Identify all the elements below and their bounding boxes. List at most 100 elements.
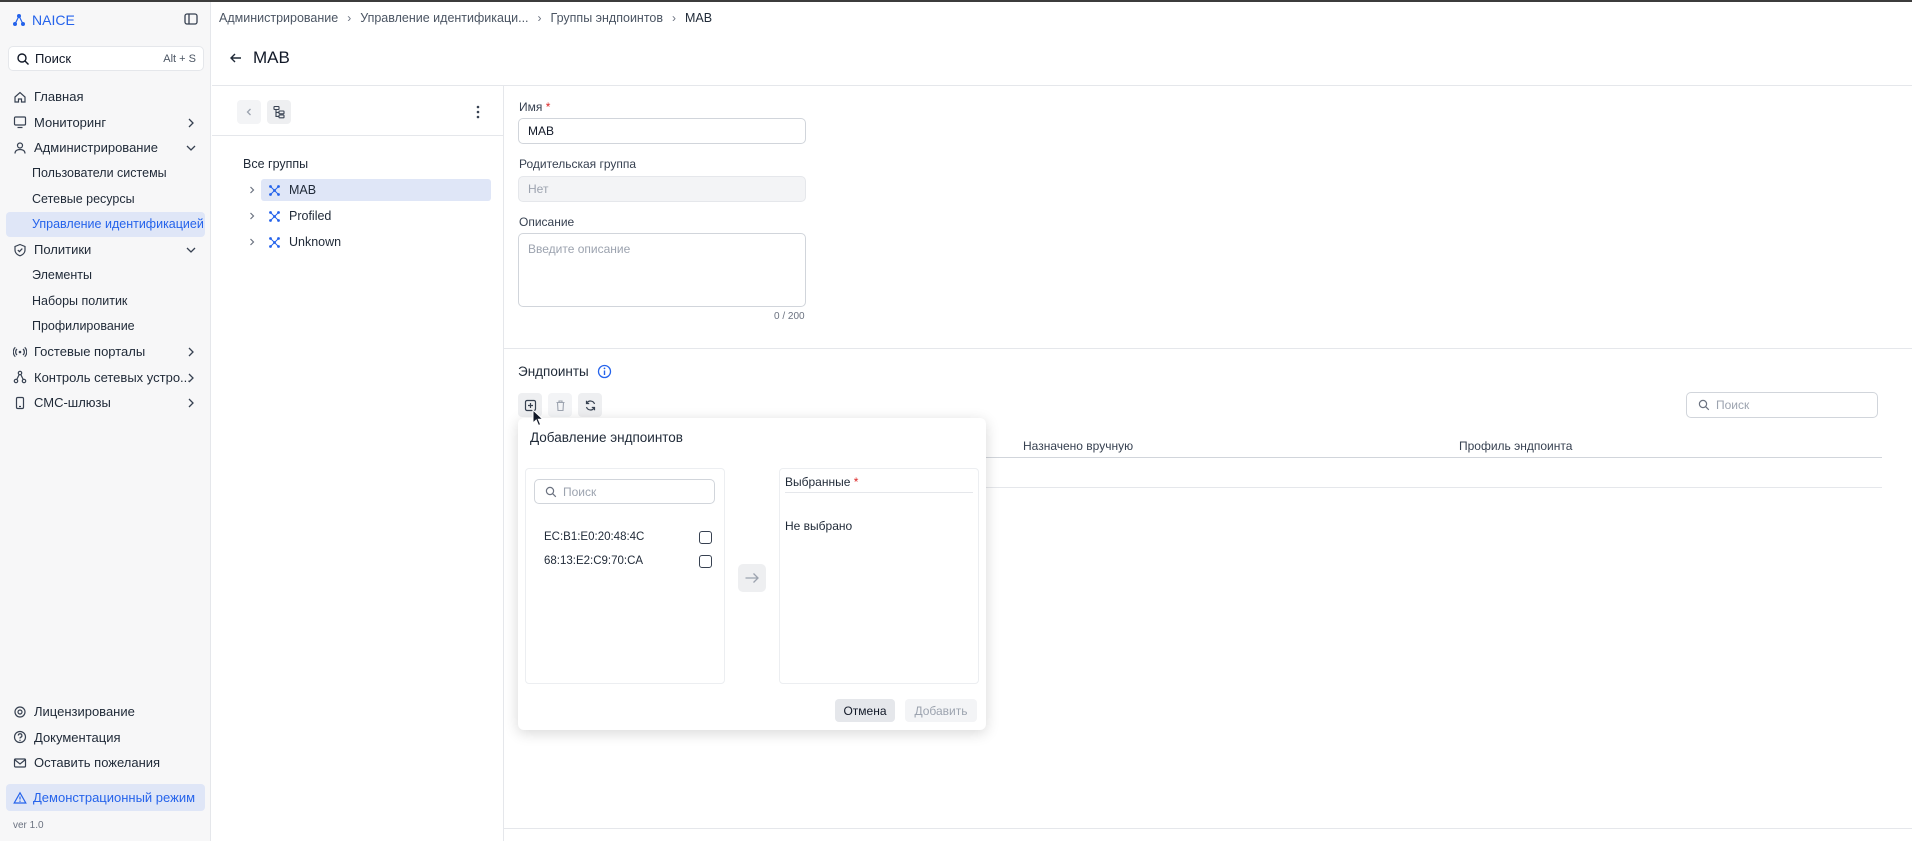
sidebar-item-policies[interactable]: Политики (0, 237, 211, 263)
chevron-right-icon (188, 398, 194, 408)
endpoints-search-input[interactable]: Поиск (1686, 392, 1878, 418)
home-icon (14, 91, 26, 103)
tree-item[interactable]: Profiled (243, 205, 491, 227)
expand-arrow-icon[interactable] (243, 238, 261, 246)
tree-item-label: Profiled (289, 209, 332, 223)
page-title: MAB (253, 48, 290, 67)
tree-node[interactable]: Unknown (261, 231, 491, 253)
group-icon (269, 210, 280, 222)
sidebar-item-label: Администрирование (34, 140, 158, 156)
sidebar-item-system-users[interactable]: Пользователи системы (0, 161, 211, 187)
sidebar-item-guest-portals[interactable]: Гостевые порталы (0, 339, 211, 365)
tree-item[interactable]: Unknown (243, 231, 491, 253)
sidebar-item-administration[interactable]: Администрирование (0, 135, 211, 161)
refresh-button[interactable] (578, 393, 602, 417)
name-label: Имя * (519, 100, 550, 114)
available-search-placeholder: Поиск (563, 484, 597, 499)
back-arrow-icon[interactable] (229, 51, 243, 65)
sidebar-item-profiling[interactable]: Профилирование (0, 314, 211, 340)
chevron-left-icon (246, 108, 251, 116)
endpoint-checkbox[interactable] (699, 530, 712, 544)
search-icon (1698, 399, 1710, 411)
description-field[interactable]: Введите описание (518, 233, 806, 307)
name-field[interactable]: MAB (518, 118, 806, 144)
group-icon (269, 236, 280, 248)
selected-label: Выбранные (785, 475, 851, 489)
tree-view-button[interactable] (267, 100, 291, 124)
endpoint-checkbox[interactable] (699, 554, 712, 568)
sidebar-item-monitoring[interactable]: Мониторинг (0, 110, 211, 136)
chevron-right-icon: › (537, 11, 542, 25)
search-icon (17, 52, 29, 65)
breadcrumb-item[interactable]: Группы эндпоинтов (551, 11, 663, 25)
sidebar-item-network-resources[interactable]: Сетевые ресурсы (0, 186, 211, 212)
sidebar-item-label: Оставить пожелания (34, 755, 161, 771)
available-endpoints-panel: Поиск EC:B1:E0:20:48:4C 68:13:E2:C9:70:C… (525, 468, 725, 684)
expand-arrow-icon[interactable] (243, 212, 261, 220)
demo-mode-banner[interactable]: Демонстрационный режим (6, 784, 205, 811)
sidebar-bottom: Лицензирование Документация Оставить пож… (0, 699, 211, 776)
sidebar-item-label: Главная (34, 89, 84, 105)
expand-arrow-icon[interactable] (243, 186, 261, 194)
section-divider (504, 348, 1912, 349)
tree-back-button[interactable] (237, 100, 261, 124)
required-marker: * (545, 100, 551, 114)
sidebar-collapse-icon[interactable] (183, 11, 199, 27)
tree-node[interactable]: MAB (261, 179, 491, 201)
sidebar-item-feedback[interactable]: Оставить пожелания (0, 750, 211, 776)
parent-group-value: Нет (528, 182, 549, 196)
sidebar-item-licensing[interactable]: Лицензирование (0, 699, 211, 725)
global-search[interactable]: Поиск Alt + S (8, 46, 204, 71)
window-top-border (0, 0, 1912, 2)
sidebar-item-label: СМС-шлюзы (34, 395, 111, 411)
sidebar-item-identity-management[interactable]: Управление идентификацией (6, 211, 205, 237)
sidebar-item-documentation[interactable]: Документация (0, 725, 211, 751)
tree-toolbar-divider (212, 135, 503, 136)
more-vertical-icon[interactable] (472, 104, 484, 120)
add-endpoints-title: Добавление эндпоинтов (530, 430, 683, 445)
sidebar-item-elements[interactable]: Элементы (0, 263, 211, 289)
column-header-profile[interactable]: Профиль эндпоинта (1459, 439, 1572, 453)
breadcrumb-item[interactable]: Администрирование (219, 11, 338, 25)
add-button[interactable]: Добавить (905, 699, 977, 722)
sidebar-item-policy-sets[interactable]: Наборы политик (0, 288, 211, 314)
wifi-icon (13, 346, 27, 357)
sidebar-item-home[interactable]: Главная (0, 84, 211, 110)
hierarchy-icon (273, 105, 285, 119)
phone-icon (15, 396, 25, 409)
selected-header: Выбранные * (785, 475, 973, 493)
chevron-right-icon (188, 373, 194, 382)
panel-divider (503, 86, 504, 841)
user-icon (14, 142, 26, 154)
required-marker: * (853, 475, 859, 489)
available-search-input[interactable]: Поиск (534, 479, 715, 504)
transfer-button[interactable] (738, 564, 766, 592)
mouse-cursor-icon (532, 409, 544, 427)
cancel-button[interactable]: Отмена (835, 699, 895, 722)
tree-toolbar (237, 100, 291, 124)
help-icon (13, 731, 27, 744)
sidebar-item-label: Политики (34, 242, 92, 258)
license-icon (14, 706, 26, 718)
list-item[interactable]: EC:B1:E0:20:48:4C (544, 527, 712, 547)
breadcrumb-current: MAB (685, 11, 713, 25)
delete-endpoint-button[interactable] (548, 393, 572, 417)
name-field-value: MAB (528, 124, 555, 138)
column-header-manual[interactable]: Назначено вручную (1023, 439, 1133, 453)
brand[interactable]: NAICE (12, 11, 75, 29)
tree-root-label[interactable]: Все группы (243, 157, 308, 171)
info-icon[interactable] (597, 364, 612, 379)
sidebar-item-network-device-control[interactable]: Контроль сетевых устро... (0, 365, 211, 391)
description-placeholder: Введите описание (528, 242, 631, 256)
sidebar-item-label: Лицензирование (34, 704, 135, 720)
tree-item[interactable]: MAB (243, 179, 491, 201)
list-item[interactable]: 68:13:E2:C9:70:CA (544, 551, 712, 571)
warning-icon (13, 791, 27, 804)
sidebar-item-sms-gateways[interactable]: СМС-шлюзы (0, 390, 211, 416)
tree-node[interactable]: Profiled (261, 205, 491, 227)
endpoint-mac: 68:13:E2:C9:70:CA (544, 555, 644, 567)
breadcrumb-item[interactable]: Управление идентификаци... (360, 11, 528, 25)
sidebar-item-label: Документация (34, 729, 121, 745)
chevron-right-icon: › (347, 11, 352, 25)
sidebar-item-label: Мониторинг (34, 114, 107, 130)
